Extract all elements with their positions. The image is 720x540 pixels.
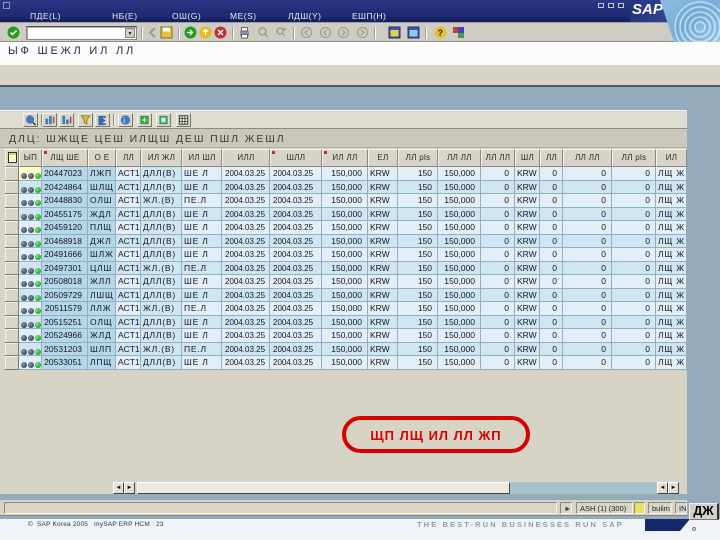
svg-text:?: ? xyxy=(438,28,444,38)
